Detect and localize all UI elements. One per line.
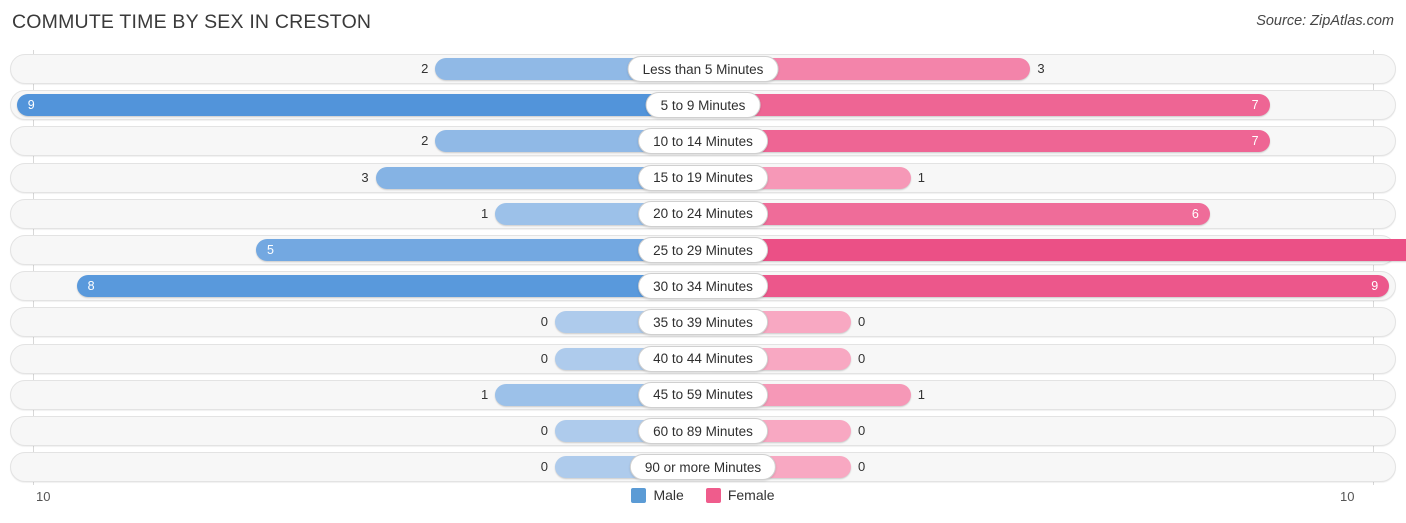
bar-value-male: 8 <box>87 279 95 294</box>
bar-value-female: 7 <box>1251 134 1259 149</box>
legend-item-female[interactable]: Female <box>705 487 775 503</box>
bar-female[interactable]: 7 <box>703 94 1270 117</box>
bar-female[interactable]: 7 <box>703 130 1270 153</box>
bar-value-male: 1 <box>480 386 489 402</box>
legend-swatch-icon <box>631 487 647 503</box>
row-label: 5 to 9 Minutes <box>645 92 761 119</box>
row-label: 20 to 24 Minutes <box>638 200 768 227</box>
bar-female[interactable]: 6 <box>703 202 1210 225</box>
table-row[interactable]: 2 7 10 to 14 Minutes <box>10 126 1396 157</box>
table-row[interactable]: 3 1 15 to 19 Minutes <box>10 162 1396 193</box>
table-row[interactable]: 5 1025 to 29 Minutes <box>10 235 1406 265</box>
bar-male[interactable]: 9 <box>16 94 703 117</box>
table-row[interactable]: 8 9 30 to 34 Minutes <box>10 271 1396 302</box>
bar-value-female: 0 <box>858 423 866 438</box>
row-label: 90 or more Minutes <box>629 454 777 481</box>
bar-value-female: 3 <box>1037 61 1045 76</box>
chart-legend: Male Female <box>0 487 1406 503</box>
bar-value-female: 9 <box>1371 279 1379 294</box>
row-label: 45 to 59 Minutes <box>638 381 768 408</box>
bar-value-male: 3 <box>361 169 369 185</box>
page-title: COMMUTE TIME BY SEX IN CRESTON <box>12 11 372 33</box>
table-row[interactable]: 9 7 5 to 9 Minutes <box>10 90 1396 121</box>
bar-value-male: 5 <box>267 243 274 257</box>
row-label: 35 to 39 Minutes <box>638 309 768 336</box>
bar-value-female: 0 <box>858 459 866 475</box>
legend-swatch-icon <box>705 487 721 503</box>
table-row[interactable]: 0 0 90 or more Minutes <box>10 452 1396 483</box>
plot-area: 2 3 Less than 5 Minutes 9 7 5 to 9 Minutes 2 7 1… <box>0 50 1406 485</box>
bar-female[interactable]: 10 <box>703 239 1406 261</box>
bar-value-male: 2 <box>421 133 429 149</box>
table-row[interactable]: 0 0 35 to 39 Minutes <box>10 307 1396 338</box>
bar-value-female: 0 <box>858 350 866 366</box>
bar-value-male: 0 <box>540 350 548 366</box>
row-label: 10 to 14 Minutes <box>638 128 768 155</box>
legend-label: Female <box>727 487 775 503</box>
bar-value-female: 6 <box>1191 206 1199 221</box>
bar-male[interactable]: 5 <box>256 239 703 261</box>
row-label: 30 to 34 Minutes <box>638 273 768 300</box>
legend-item-male[interactable]: Male <box>631 487 684 503</box>
row-label: 60 to 89 Minutes <box>638 418 768 444</box>
row-label: Less than 5 Minutes <box>627 56 779 82</box>
bar-value-male: 0 <box>540 459 548 475</box>
bar-value-female: 0 <box>858 314 866 330</box>
table-row[interactable]: 0 0 60 to 89 Minutes <box>10 416 1396 446</box>
bar-value-male: 0 <box>540 314 548 330</box>
table-row[interactable]: 1 1 45 to 59 Minutes <box>10 379 1396 410</box>
table-row[interactable]: 0 0 40 to 44 Minutes <box>10 343 1396 374</box>
legend-label: Male <box>653 487 684 503</box>
table-row[interactable]: 2 3 Less than 5 Minutes <box>10 54 1396 84</box>
bar-value-female: 7 <box>1251 98 1259 113</box>
row-label: 15 to 19 Minutes <box>638 164 768 191</box>
bar-value-male: 2 <box>421 61 429 76</box>
bar-value-female: 1 <box>917 386 926 402</box>
bar-male[interactable]: 8 <box>76 275 703 298</box>
bar-value-female: 1 <box>917 169 926 185</box>
table-row[interactable]: 1 6 20 to 24 Minutes <box>10 198 1396 229</box>
bar-value-male: 9 <box>27 98 35 113</box>
bar-value-male: 0 <box>540 423 548 438</box>
bar-female[interactable]: 9 <box>703 275 1390 298</box>
source-attribution: Source: ZipAtlas.com <box>1256 13 1394 29</box>
bar-value-male: 1 <box>480 205 489 221</box>
row-label: 25 to 29 Minutes <box>638 237 768 263</box>
row-label: 40 to 44 Minutes <box>638 345 768 372</box>
commute-time-chart: COMMUTE TIME BY SEX IN CRESTON Source: Z… <box>0 0 1406 523</box>
